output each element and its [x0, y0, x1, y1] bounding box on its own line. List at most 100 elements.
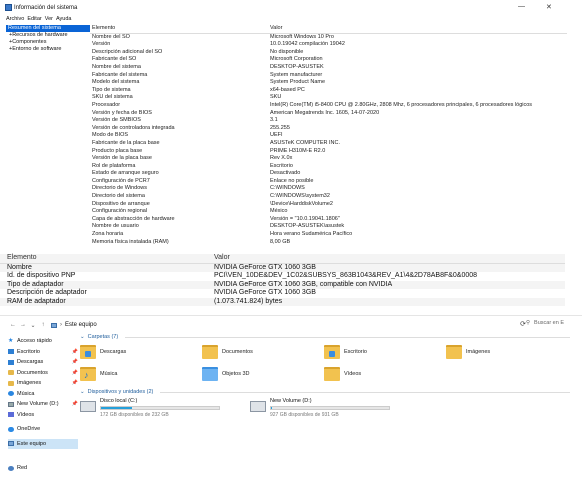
close-icon[interactable]: ✕: [546, 3, 552, 11]
row-value: NVIDIA GeForce GTX 1060 3GB, compatible …: [214, 280, 393, 288]
menu-ver[interactable]: Ver: [45, 16, 53, 24]
row-element: Configuración regional: [92, 208, 148, 215]
table-row[interactable]: Fabricante del sistema System manufacture…: [90, 72, 567, 80]
table-row[interactable]: Memoria física instalada (RAM) 8,00 GB: [90, 239, 567, 247]
folder-pictures[interactable]: Imágenes: [446, 343, 568, 361]
table-row[interactable]: Tipo de sistema x64-based PC: [90, 87, 567, 95]
nav-item-onedrive[interactable]: OneDrive: [8, 424, 78, 435]
column-header-element[interactable]: Elemento: [0, 254, 214, 263]
column-header-value[interactable]: Valor: [214, 254, 565, 263]
menu-editar[interactable]: Editar: [27, 16, 41, 24]
folder-3d-objects[interactable]: Objetos 3D: [202, 365, 324, 383]
desktop-icon: [8, 349, 14, 355]
table-row[interactable]: Configuración regional México: [90, 208, 567, 216]
drive-icon: [250, 401, 266, 412]
table-row[interactable]: Directorio del sistema C:\WINDOWS\system3…: [90, 193, 567, 201]
folder-desktop[interactable]: Escritorio: [324, 343, 446, 361]
row-element: Descripción de adaptador: [7, 289, 87, 296]
back-arrow-icon[interactable]: ←: [8, 322, 18, 328]
recent-locations-chevron-icon[interactable]: ⌄: [28, 322, 38, 329]
table-row[interactable]: Rol de plataforma Escritorio: [90, 163, 567, 171]
table-row[interactable]: Versión de controladora integrada 255.255: [90, 125, 567, 133]
nav-item-descargas[interactable]: Descargas 📌: [8, 357, 78, 368]
breadcrumb[interactable]: Este equipo: [65, 322, 97, 328]
forward-arrow-icon[interactable]: →: [18, 322, 28, 328]
drive-d[interactable]: New Volume (D:) 927 GB disponibles de 93…: [250, 398, 390, 418]
up-arrow-icon[interactable]: ↑: [38, 322, 48, 328]
folder-documents[interactable]: Documentos: [202, 343, 324, 361]
pin-icon: 📌: [71, 369, 78, 376]
table-row[interactable]: Nombre NVIDIA GeForce GTX 1060 3GB: [0, 263, 565, 272]
nav-item-escritorio[interactable]: Escritorio 📌: [8, 347, 78, 358]
table-row[interactable]: Estado de arranque seguro Desactivado: [90, 170, 567, 178]
videos-folder-icon: [324, 367, 340, 381]
table-row[interactable]: Nombre del SO Microsoft Windows 10 Pro: [90, 34, 567, 42]
table-row[interactable]: Modelo del sistema System Product Name: [90, 79, 567, 87]
row-value: Rev X.0x: [270, 155, 293, 162]
column-header-value[interactable]: Valor: [270, 25, 567, 33]
row-value: American Megatrends Inc. 1605, 14-07-202…: [270, 109, 380, 116]
nav-item-este-equipo[interactable]: Este equipo: [8, 438, 78, 449]
music-folder-icon: [80, 367, 96, 381]
minimize-icon[interactable]: —: [518, 3, 525, 10]
row-element: Descripción adicional del SO: [92, 48, 163, 55]
system-summary-table: Elemento Valor Nombre del SO Microsoft Wi…: [90, 25, 567, 246]
table-body: Nombre del SO Microsoft Windows 10 Pro Ver…: [90, 34, 567, 247]
tree-item-system-summary[interactable]: Resumen del sistema: [6, 25, 90, 32]
row-element: Procesador: [92, 101, 121, 108]
table-row[interactable]: Fabricante del SO Microsoft Corporation: [90, 56, 567, 64]
table-row[interactable]: Modo de BIOS UEFI: [90, 132, 567, 140]
table-row[interactable]: Directorio de Windows C:\WINDOWS: [90, 185, 567, 193]
table-row[interactable]: Descripción de adaptador NVIDIA GeForce G…: [0, 289, 565, 298]
menu-ayuda[interactable]: Ayuda: [56, 16, 72, 24]
folders-section-header[interactable]: ⌄ Carpetas (7): [80, 334, 570, 340]
table-row[interactable]: Nombre del sistema DESKTOP-ASUSTEK: [90, 64, 567, 72]
search-box[interactable]: ⚲ Buscar en E: [526, 320, 564, 326]
drives-section-header[interactable]: ⌄ Dispositivos y unidades (2): [80, 389, 570, 395]
drive-usage-fill: [271, 407, 273, 409]
pictures-icon: [8, 380, 14, 386]
table-row[interactable]: Versión de SMBIOS 3.1: [90, 117, 567, 125]
table-row[interactable]: Configuración de PCR7 Enlace no posible: [90, 178, 567, 186]
row-value: 10.0.19042 compilación 19042: [270, 41, 345, 48]
table-row[interactable]: Dispositivo de arranque \Device\HarddiskV…: [90, 201, 567, 209]
folder-videos[interactable]: Vídeos: [324, 365, 446, 383]
table-row[interactable]: Tipo de adaptador NVIDIA GeForce GTX 1060…: [0, 280, 565, 289]
nav-item-acceso-rápido[interactable]: ★ Acceso rápido: [8, 336, 78, 347]
folder-label: Objetos 3D: [222, 371, 250, 377]
menu-bar: Archivo Editar Ver Ayuda: [0, 16, 71, 24]
row-element: Versión: [92, 41, 111, 48]
table-row[interactable]: Id. de dispositivo PNP PCI\VEN_10DE&DEV_1…: [0, 272, 565, 281]
table-row[interactable]: Fabricante de la placa base ASUSTeK COMPU…: [90, 140, 567, 148]
table-row[interactable]: Versión de la placa base Rev X.0x: [90, 155, 567, 163]
table-row[interactable]: Producto placa base PRIME H310M-E R2.0: [90, 148, 567, 156]
menu-archivo[interactable]: Archivo: [6, 16, 24, 24]
row-element: Capa de abstracción de hardware: [92, 215, 175, 222]
table-row[interactable]: Nombre de usuario DESKTOP-ASUSTEK\asustek: [90, 223, 567, 231]
nav-item-documentos[interactable]: Documentos 📌: [8, 368, 78, 379]
folder-music[interactable]: Música: [80, 365, 202, 383]
drive-c[interactable]: Disco local (C:) 172 GB disponibles de 2…: [80, 398, 220, 418]
tree-item-components[interactable]: +Componentes: [6, 39, 90, 46]
row-element: Nombre del SO: [92, 33, 130, 40]
table-row[interactable]: Procesador Intel(R) Core(TM) i5-8400 CPU …: [90, 102, 567, 110]
tree-item-software-environment[interactable]: +Entorno de software: [6, 46, 90, 53]
table-row[interactable]: Versión 10.0.19042 compilación 19042: [90, 41, 567, 49]
nav-item-música[interactable]: Música: [8, 389, 78, 400]
table-row[interactable]: Descripción adicional del SO No disponibl…: [90, 49, 567, 57]
table-row[interactable]: Versión y fecha de BIOS American Megatren…: [90, 110, 567, 118]
nav-item-red[interactable]: Red: [8, 463, 78, 474]
table-row[interactable]: RAM de adaptador (1.073.741.824) bytes: [0, 297, 565, 306]
nav-item-imágenes[interactable]: Imágenes 📌: [8, 378, 78, 389]
tree-item-hardware-resources[interactable]: +Recursos de hardware: [6, 32, 90, 39]
folder-downloads[interactable]: Descargas: [80, 343, 202, 361]
drive-info: Disco local (C:) 172 GB disponibles de 2…: [100, 398, 220, 418]
table-row[interactable]: SKU del sistema SKU: [90, 94, 567, 102]
table-row[interactable]: Zona horaria Hora verano Sudamérica Pacíf…: [90, 231, 567, 239]
nav-item-new-volume-d[interactable]: New Volume (D:) 📌: [8, 399, 78, 410]
table-row[interactable]: Capa de abstracción de hardware Versión =…: [90, 216, 567, 224]
nav-item-vídeos[interactable]: Vídeos: [8, 410, 78, 421]
row-value: NVIDIA GeForce GTX 1060 3GB: [214, 263, 316, 271]
column-header-element[interactable]: Elemento: [90, 25, 270, 33]
breadcrumb-separator: ›: [60, 322, 62, 328]
